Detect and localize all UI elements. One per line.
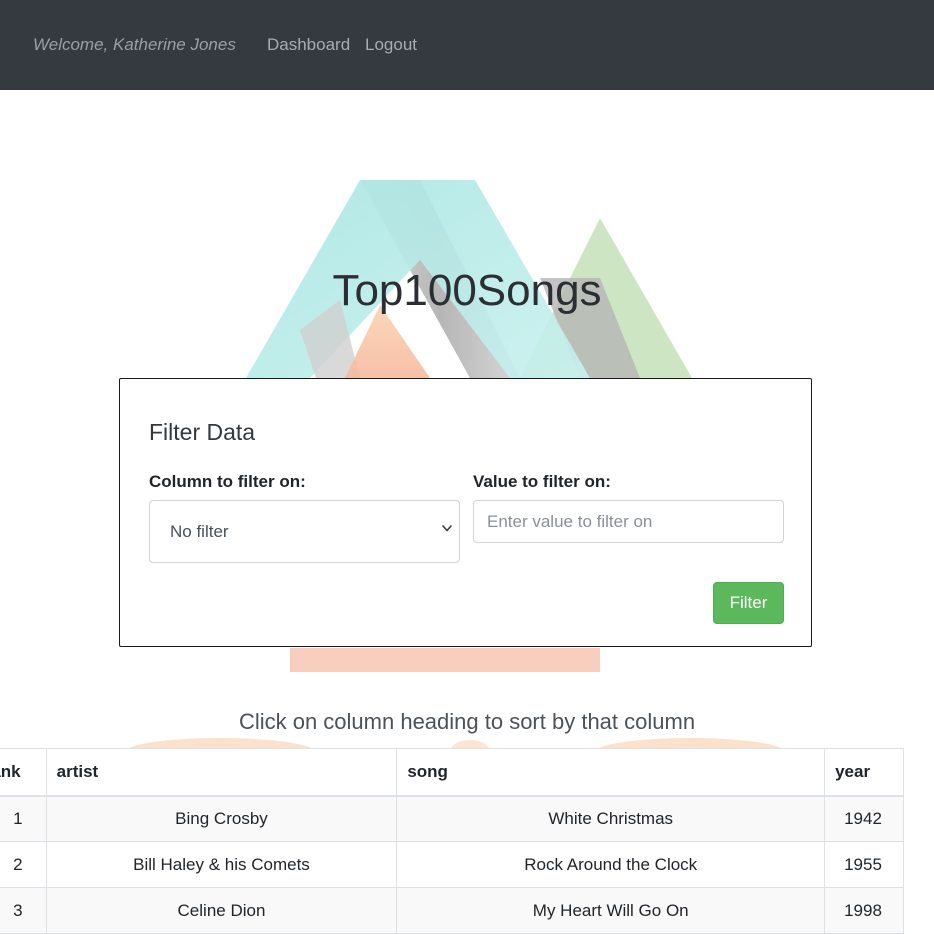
table-row: 3 Celine Dion My Heart Will Go On 1998 (0, 887, 904, 934)
value-filter-label: Value to filter on: (473, 472, 611, 491)
sort-hint: Click on column heading to sort by that … (238, 709, 696, 734)
rank-cell: 2 (0, 841, 47, 888)
welcome-text: Welcome, Katherine Jones (33, 35, 236, 54)
table-row: 2 Bill Haley & his Comets Rock Around th… (0, 841, 904, 888)
songs-table: rank artist song year 1 Bing Crosby Whit… (0, 748, 904, 934)
year-cell: 1955 (824, 841, 904, 888)
table-row: 1 Bing Crosby White Christmas 1942 (0, 795, 904, 842)
column-filter-selected: No filter (170, 522, 229, 541)
filter-title: Filter Data (149, 419, 256, 445)
song-cell: White Christmas (396, 795, 826, 842)
artist-cell: Bill Haley & his Comets (45, 841, 398, 888)
value-filter-input[interactable] (473, 500, 784, 543)
column-filter-select[interactable]: No filter (149, 500, 460, 563)
nav-link-dashboard[interactable]: Dashboard (267, 35, 350, 55)
column-filter-label: Column to filter on: (149, 472, 306, 491)
artist-cell: Celine Dion (45, 887, 398, 934)
year-cell: 1998 (824, 887, 904, 934)
table-header-row: rank artist song year (0, 748, 904, 797)
column-header-song[interactable]: song (396, 748, 826, 797)
nav-link-logout[interactable]: Logout (365, 35, 417, 55)
filter-button[interactable]: Filter (713, 582, 784, 624)
page: Welcome, Katherine Jones Dashboard Logou… (0, 0, 934, 934)
song-cell: My Heart Will Go On (396, 887, 826, 934)
column-header-artist[interactable]: artist (45, 748, 398, 797)
navbar: Welcome, Katherine Jones Dashboard Logou… (0, 0, 934, 90)
rank-cell: 1 (0, 795, 47, 842)
page-title: Top100Songs (332, 266, 602, 315)
song-cell: Rock Around the Clock (396, 841, 826, 888)
column-header-rank[interactable]: rank (0, 748, 47, 797)
rank-cell: 3 (0, 887, 47, 934)
filter-card: Filter Data Column to filter on: No filt… (119, 378, 812, 647)
year-cell: 1942 (824, 795, 904, 842)
column-header-year[interactable]: year (824, 748, 904, 797)
artist-cell: Bing Crosby (45, 795, 398, 842)
chevron-down-icon (442, 525, 452, 532)
